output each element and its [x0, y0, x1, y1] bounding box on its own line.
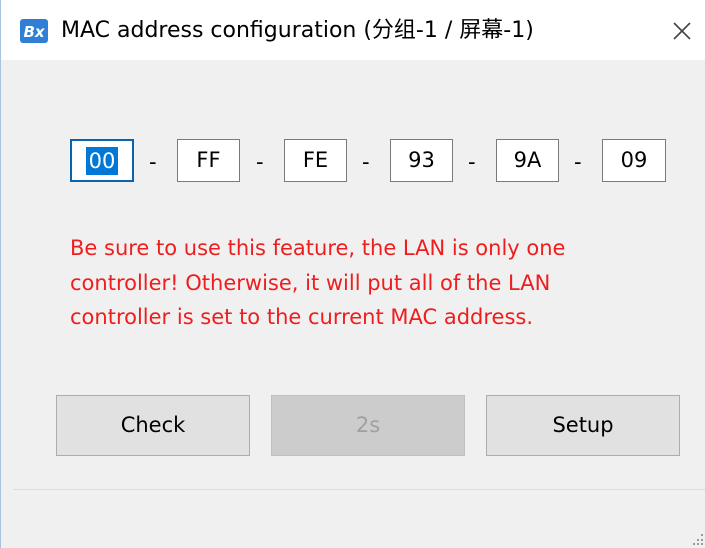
check-button[interactable]: Check — [56, 395, 250, 456]
mac-separator: - — [574, 150, 582, 174]
mac-octet-3-input[interactable]: FE — [284, 139, 347, 182]
mac-octet-2-input[interactable]: FF — [177, 139, 240, 182]
status-separator — [13, 489, 705, 490]
bx-app-icon: Bx — [20, 19, 48, 43]
warning-line: Be sure to use this feature, the LAN is … — [70, 236, 566, 260]
mac-octet-5-input[interactable]: 9A — [496, 139, 559, 182]
warning-line: controller is set to the current MAC add… — [70, 305, 534, 329]
mac-separator: - — [256, 150, 264, 174]
warning-message: Be sure to use this feature, the LAN is … — [70, 231, 670, 335]
title-bar[interactable]: Bx MAC address configuration (分组-1 / 屏幕-… — [1, 0, 705, 60]
countdown-button: 2s — [271, 395, 465, 456]
mac-octet-1-value: 00 — [85, 147, 119, 175]
mac-separator: - — [468, 150, 476, 174]
warning-line: controller! Otherwise, it will put all o… — [70, 270, 551, 295]
mac-octet-4-input[interactable]: 93 — [390, 139, 453, 182]
mac-octet-6-input[interactable]: 09 — [602, 139, 666, 182]
app-icon-label: Bx — [23, 23, 45, 41]
setup-button[interactable]: Setup — [486, 395, 680, 456]
window-title: MAC address configuration (分组-1 / 屏幕-1) — [61, 18, 534, 43]
mac-config-dialog: Bx MAC address configuration (分组-1 / 屏幕-… — [0, 0, 705, 548]
mac-octet-1-input[interactable]: 00 — [70, 139, 134, 182]
mac-separator: - — [149, 150, 157, 174]
close-icon[interactable] — [665, 14, 699, 48]
resize-grip-icon[interactable] — [691, 530, 705, 546]
mac-separator: - — [362, 150, 370, 174]
